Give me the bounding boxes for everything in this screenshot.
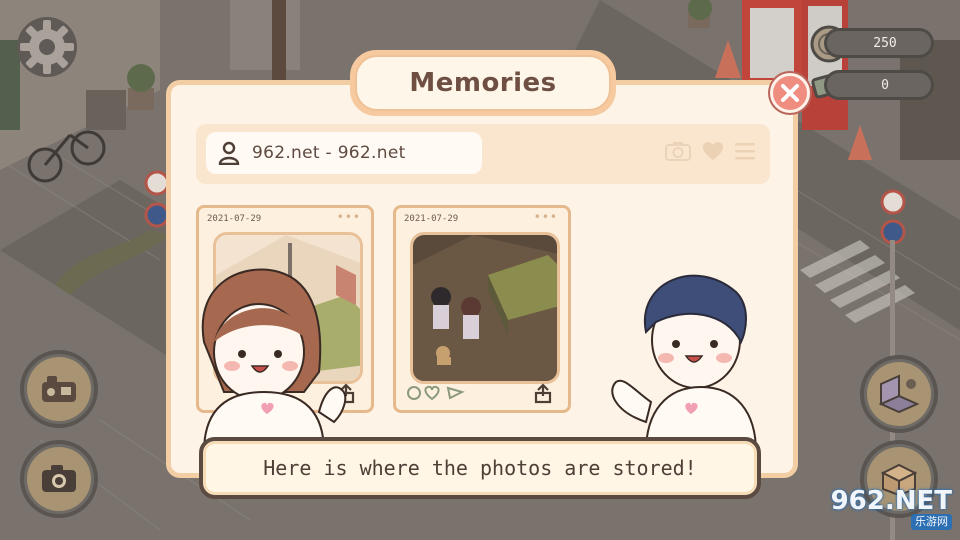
build-button[interactable] (860, 355, 938, 433)
gear-icon (17, 17, 77, 77)
photo-date: 2021-07-29 (207, 214, 262, 224)
camera-button[interactable] (20, 440, 98, 518)
camera-icon (42, 465, 76, 492)
more-options-icon[interactable]: ••• (337, 210, 361, 224)
profile-name: 962.net - 962.net (252, 143, 406, 163)
profile-bar: 962.net - 962.net (196, 124, 770, 184)
close-button[interactable] (770, 73, 810, 113)
camera-filter-icon[interactable] (664, 140, 692, 162)
heart-filter-icon[interactable] (700, 140, 726, 162)
close-icon (781, 84, 799, 102)
site-watermark: 962.NET 乐游网 (818, 488, 952, 534)
dialog-title: Memories (355, 55, 611, 111)
cash-amount: 0 (881, 77, 889, 93)
dialog-title-plate: Memories (350, 50, 616, 116)
watermark-logo: 962.NET (830, 486, 952, 516)
coin-amount: 250 (873, 35, 897, 51)
photo-card[interactable]: 2021-07-29 ••• (393, 205, 571, 413)
reaction-icons[interactable] (406, 382, 556, 404)
watermark-subtitle: 乐游网 (911, 514, 952, 530)
radio-bag-icon (42, 376, 76, 402)
menu-icon[interactable] (734, 141, 756, 161)
tutorial-speech-bubble[interactable]: Here is where the photos are stored! (199, 437, 761, 499)
photo-date: 2021-07-29 (404, 214, 459, 224)
user-icon (218, 141, 240, 165)
floor-grid-icon (878, 374, 920, 414)
coin-counter: 250 (824, 28, 934, 58)
tutorial-text: Here is where the photos are stored! (263, 456, 697, 480)
inventory-button[interactable] (20, 350, 98, 428)
cash-counter: 0 (824, 70, 934, 100)
profile-pill[interactable]: 962.net - 962.net (206, 132, 482, 174)
boy-character (611, 274, 758, 452)
photo-thumbnail[interactable] (410, 232, 560, 384)
girl-character (201, 268, 347, 452)
room-photo (413, 235, 557, 381)
more-options-icon[interactable]: ••• (534, 210, 558, 224)
